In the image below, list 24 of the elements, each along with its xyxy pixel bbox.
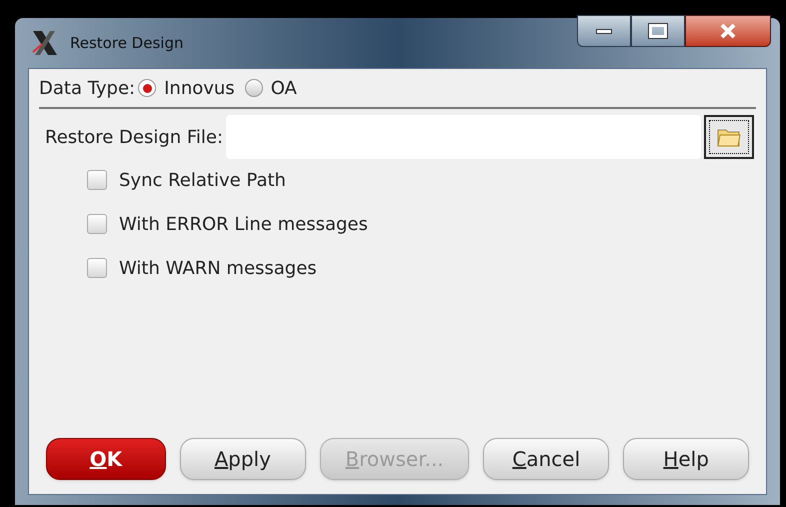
dialog-button[interactable]: Help <box>623 438 750 480</box>
radio-button[interactable] <box>244 79 263 97</box>
minimize-button[interactable] <box>577 15 631 47</box>
maximize-button[interactable] <box>631 15 685 47</box>
checkbox[interactable] <box>87 170 107 190</box>
checkbox[interactable] <box>87 258 107 278</box>
dialog-button[interactable]: Cancel <box>483 438 610 480</box>
dialog-button[interactable]: Apply <box>180 438 306 480</box>
window-title: Restore Design <box>70 32 184 54</box>
ok-button[interactable]: OK <box>46 438 166 480</box>
checkbox[interactable] <box>87 214 107 234</box>
checkbox-label: With WARN messages <box>119 256 317 280</box>
radio-button[interactable] <box>138 79 156 97</box>
close-button[interactable] <box>685 15 771 47</box>
folder-icon <box>717 127 741 147</box>
field-label: Restore Design File: <box>45 126 224 150</box>
close-icon <box>719 23 737 39</box>
checkbox-label: With ERROR Line messages <box>119 212 368 236</box>
radio-label: OA <box>270 76 297 100</box>
radio-label: Innovus <box>164 76 235 100</box>
x-logo-icon <box>30 28 60 58</box>
browse-folder-button[interactable] <box>704 115 754 159</box>
checkbox-label: Sync Relative Path <box>119 168 286 192</box>
data-type-label: Data Type: <box>39 76 136 100</box>
